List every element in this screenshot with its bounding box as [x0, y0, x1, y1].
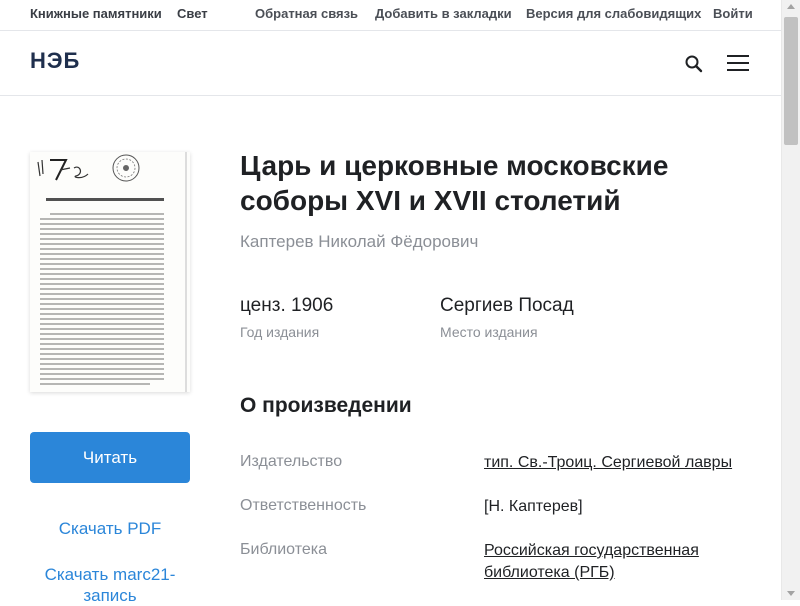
topbar-link-accessibility[interactable]: Версия для слабовидящих [526, 6, 701, 21]
topbar-link-bookmark[interactable]: Добавить в закладки [375, 6, 512, 21]
scroll-down-arrow-icon[interactable] [787, 591, 795, 596]
library-link[interactable]: Российская государственная библиотека (Р… [484, 540, 714, 584]
book-title: Царь и церковные московские соборы XVI и… [240, 150, 669, 216]
publication-place-label: Место издания [440, 324, 538, 340]
publication-year-value: ценз. 1906 [240, 295, 334, 316]
topbar-link-book-monuments[interactable]: Книжные памятники [30, 6, 162, 21]
topbar-link-feedback[interactable]: Обратная связь [255, 6, 358, 21]
library-label: Библиотека [240, 541, 327, 558]
download-pdf-link[interactable]: Скачать PDF [30, 518, 190, 539]
read-button[interactable]: Читать [30, 432, 190, 483]
site-header: НЭБ [0, 31, 781, 96]
book-cover-image[interactable] [30, 152, 190, 392]
topbar-link-light[interactable]: Свет [177, 6, 208, 21]
scrollbar-thumb[interactable] [784, 17, 798, 145]
publisher-label: Издательство [240, 453, 343, 470]
about-section-title: О произведении [240, 394, 412, 417]
responsibility-value: [Н. Каптерев] [484, 498, 583, 515]
search-icon[interactable] [683, 53, 705, 75]
book-author[interactable]: Каптерев Николай Фёдорович [240, 232, 478, 252]
publication-place-value: Сергиев Посад [440, 295, 574, 316]
scroll-up-arrow-icon[interactable] [787, 4, 795, 9]
topbar-link-login[interactable]: Войти [713, 6, 753, 21]
responsibility-label: Ответственность [240, 497, 367, 514]
publisher-link[interactable]: тип. Св.-Троиц. Сергиевой лавры [484, 452, 744, 474]
site-logo[interactable]: НЭБ [30, 48, 80, 74]
publication-year-label: Год издания [240, 324, 320, 340]
hamburger-menu-icon[interactable] [725, 53, 751, 73]
top-bar: Книжные памятники Свет Обратная связь До… [0, 0, 781, 31]
vertical-scrollbar[interactable] [781, 0, 800, 600]
